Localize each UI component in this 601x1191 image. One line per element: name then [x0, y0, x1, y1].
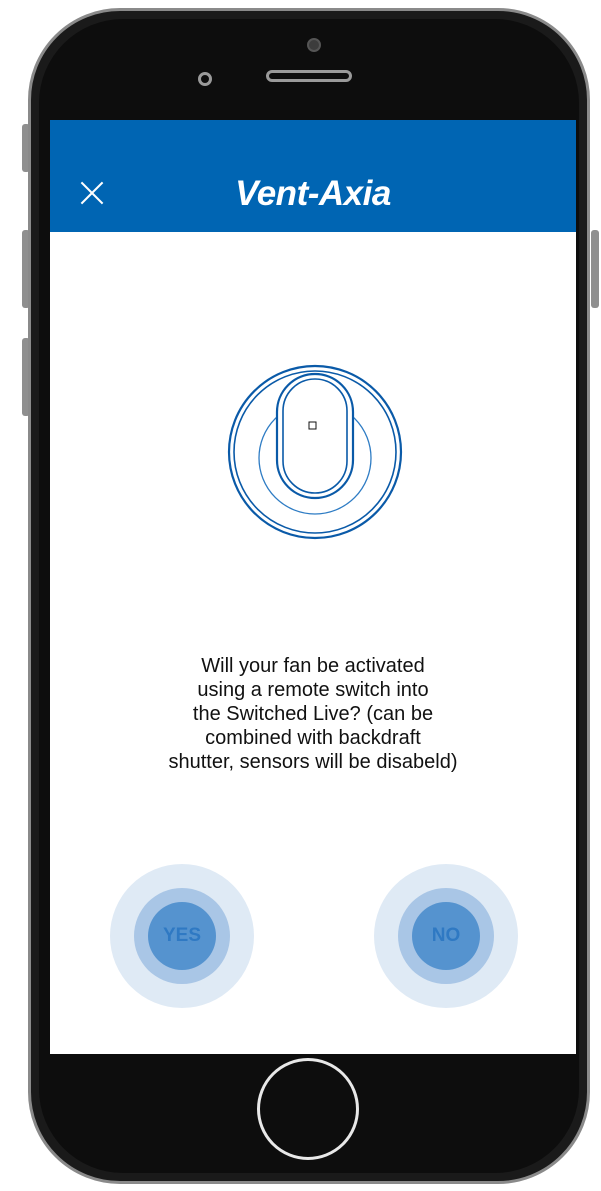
yes-button[interactable]: YES: [110, 864, 254, 1008]
no-button[interactable]: NO: [374, 864, 518, 1008]
front-camera: [307, 38, 321, 52]
yes-button-label: YES: [148, 902, 216, 970]
brand-logo: Vent-Axia: [235, 174, 391, 213]
question-line: combined with backdraft: [205, 727, 421, 749]
power-button[interactable]: [591, 230, 599, 308]
question-line: the Switched Live? (can be: [192, 703, 434, 725]
earpiece-speaker: [266, 70, 352, 82]
question-line: using a remote switch into: [197, 679, 429, 701]
question-line: Will your fan be activated: [201, 655, 425, 677]
fan-switch-icon: [227, 364, 403, 540]
no-button-label: NO: [412, 902, 480, 970]
proximity-sensor: [198, 72, 212, 86]
app-screen: Vent-Axia Will your fan be activated usi…: [50, 120, 576, 1054]
question-line: shutter, sensors will be disabeld): [168, 751, 458, 773]
home-button[interactable]: [257, 1058, 359, 1160]
question-text: Will your fan be activated using a remot…: [90, 654, 536, 774]
app-header: Vent-Axia: [50, 120, 576, 232]
